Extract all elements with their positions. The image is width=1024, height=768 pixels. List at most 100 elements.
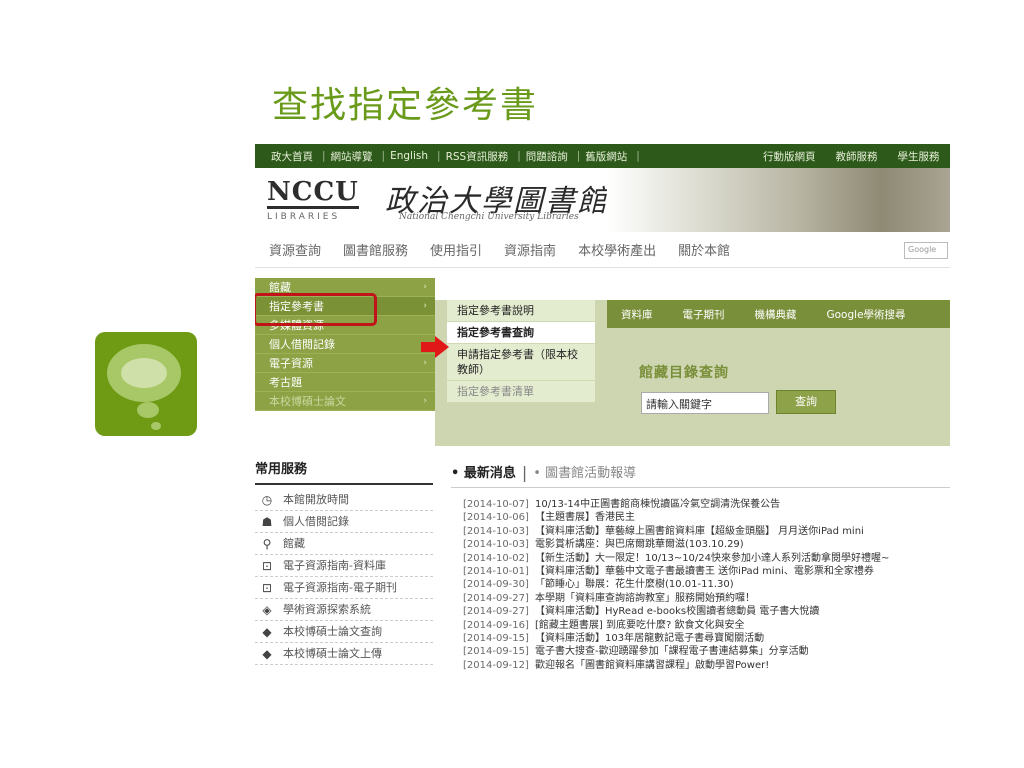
news-item[interactable]: [2014-09-16] [館藏主題書展] 到底要吃什麼? 飲食文化與安全 <box>451 619 950 632</box>
news-title[interactable]: 【資料庫活動】HyRead e-books校園讀者總動員 電子書大悅讀 <box>535 605 819 618</box>
nav-resource-guide[interactable]: 資源指南 <box>504 240 556 259</box>
service-item[interactable]: ⊡ 電子資源指南-電子期刊 <box>255 577 433 599</box>
service-item[interactable]: ◷ 本館開放時間 <box>255 489 433 511</box>
menu-item-borrow-record[interactable]: 個人借閱記錄 <box>255 335 435 354</box>
submenu-reserve-info[interactable]: 指定參考書說明 <box>447 300 595 322</box>
news-item[interactable]: [2014-10-03] 【資料庫活動】華藝線上圖書館資料庫【超級金頭腦】 月月送… <box>451 525 950 538</box>
news-title[interactable]: 【資料庫活動】103年居龍數記電子書尋寶闖關活動 <box>535 632 764 645</box>
news-title[interactable]: 【資料庫活動】華藝中文電子書最讀書王 送你iPad mini、電影票和全家禮券 <box>535 565 874 578</box>
news-item[interactable]: [2014-10-02] 【新生活動】大一限定！10/13~10/24快來參加小達… <box>451 552 950 565</box>
menu-item-e-resources[interactable]: 電子資源 › <box>255 354 435 373</box>
news-item[interactable]: [2014-10-01] 【資料庫活動】華藝中文電子書最讀書王 送你iPad mi… <box>451 565 950 578</box>
news-date: [2014-09-30] <box>463 579 529 591</box>
graduation-cap-icon: ◆ <box>262 624 272 639</box>
tab-repository[interactable]: 機構典藏 <box>755 307 797 322</box>
topbar-link-home[interactable]: 政大首頁 <box>271 149 313 164</box>
nav-user-guide[interactable]: 使用指引 <box>430 240 482 259</box>
news-list: [2014-10-07] 10/13-14中正圖書館商棟悅讀區冷氣空調清洗保養公告… <box>451 498 950 672</box>
news-title[interactable]: 【新生活動】大一限定！10/13~10/24快來參加小達人系列活動拿閱學好禮喔~ <box>535 552 889 565</box>
news-date: [2014-10-03] <box>463 539 529 551</box>
news-title[interactable]: 10/13-14中正圖書館商棟悅讀區冷氣空調清洗保養公告 <box>535 498 780 511</box>
tab-latest-news[interactable]: • 最新消息 <box>451 466 516 481</box>
main-navigation: 資源查詢 圖書館服務 使用指引 資源指南 本校學術產出 關於本館 Google <box>255 232 950 268</box>
topbar-link-sitemap[interactable]: 網站導覽 <box>331 149 373 164</box>
google-search-box[interactable]: Google <box>904 242 948 259</box>
topbar-link-mobile[interactable]: 行動版網頁 <box>763 149 816 164</box>
news-item[interactable]: [2014-10-06] 【主題書展】香港民主 <box>451 511 950 524</box>
nccu-logo[interactable]: NCCU LIBRARIES <box>267 178 377 222</box>
news-date: [2014-10-02] <box>463 552 529 564</box>
news-section: • 最新消息 | • 圖書館活動報導 [2014-10-07] 10/13-14中正圖… <box>451 462 950 672</box>
news-date: [2014-10-06] <box>463 512 529 524</box>
search-button[interactable]: 查詢 <box>776 390 836 414</box>
news-title[interactable]: 歡迎報名「圖書館資料庫講習課程」啟動學習Power! <box>535 659 769 672</box>
news-date: [2014-09-12] <box>463 659 529 671</box>
nav-academic-output[interactable]: 本校學術產出 <box>578 240 656 259</box>
news-item[interactable]: [2014-09-15] 【資料庫活動】103年居龍數記電子書尋寶闖關活動 <box>451 632 950 645</box>
news-item[interactable]: [2014-09-27] 本學期「資料庫查詢諮詢教室」服務開始預約囉！ <box>451 592 950 605</box>
topbar-link-rss[interactable]: RSS資訊服務 <box>446 149 509 164</box>
topbar-link-faculty[interactable]: 教師服務 <box>836 149 878 164</box>
tab-google-scholar[interactable]: Google學術搜尋 <box>827 307 906 322</box>
banner-photo <box>607 168 950 232</box>
news-item[interactable]: [2014-09-27] 【資料庫活動】HyRead e-books校園讀者總動員… <box>451 605 950 618</box>
submenu-reserve-list[interactable]: 指定參考書清單 <box>447 381 595 403</box>
news-item[interactable]: [2014-09-12] 歡迎報名「圖書館資料庫講習課程」啟動學習Power! <box>451 659 950 672</box>
service-item[interactable]: ◆ 本校博碩士論文查詢 <box>255 621 433 643</box>
keyword-input[interactable]: 請輸入關鍵字 <box>641 392 769 414</box>
chevron-right-icon: › <box>423 396 427 406</box>
service-item[interactable]: ⚲ 館藏 <box>255 533 433 555</box>
news-title[interactable]: 電影賞析講座：與巴席爾跳華爾滋(103.10.29) <box>535 538 744 551</box>
nav-about[interactable]: 關於本館 <box>678 240 730 259</box>
magnifier-doc-icon: ⊡ <box>261 558 273 573</box>
library-name-english: National Chengchi University Libraries <box>399 212 579 222</box>
topbar-link-student[interactable]: 學生服務 <box>898 149 940 164</box>
news-date: [2014-09-15] <box>463 646 529 658</box>
site-banner: NCCU LIBRARIES 政治大學圖書館 National Chengchi… <box>255 168 950 232</box>
graduation-cap-icon: ◆ <box>262 646 272 661</box>
magnifier-doc-icon: ⊡ <box>261 580 273 595</box>
chevron-right-icon: › <box>423 301 427 311</box>
service-item[interactable]: ◈ 學術資源探索系統 <box>255 599 433 621</box>
service-item[interactable]: ◆ 本校博碩士論文上傳 <box>255 643 433 665</box>
submenu-reserve-apply[interactable]: 申請指定參考書（限本校教師） <box>447 344 595 381</box>
news-item[interactable]: [2014-09-15] 電子書大搜查-歡迎踴躍參加「課程電子書連結募集」分享活動 <box>451 645 950 658</box>
news-title[interactable]: 電子書大搜查-歡迎踴躍參加「課程電子書連結募集」分享活動 <box>535 645 809 658</box>
service-item[interactable]: ☗ 個人借閱記錄 <box>255 511 433 533</box>
chevron-right-icon: › <box>423 282 427 292</box>
news-item[interactable]: [2014-10-03] 電影賞析講座：與巴席爾跳華爾滋(103.10.29) <box>451 538 950 551</box>
news-date: [2014-09-15] <box>463 633 529 645</box>
news-title[interactable]: 「節睡心」聯展：花生什麼樹(10.01-11.30) <box>535 578 734 591</box>
nav-resource-search[interactable]: 資源查詢 <box>269 240 321 259</box>
news-title[interactable]: 【主題書展】香港民主 <box>535 511 635 524</box>
nav-library-services[interactable]: 圖書館服務 <box>343 240 408 259</box>
library-website-screenshot: 政大首頁 | 網站導覽 | English | RSS資訊服務 | 問題諮詢 | 舊版網站… <box>255 144 950 704</box>
tab-database[interactable]: 資料庫 <box>621 307 653 322</box>
menu-item-theses[interactable]: 本校博碩士論文 › <box>255 392 435 411</box>
submenu-reserve-search[interactable]: 指定參考書查詢 <box>447 322 595 344</box>
news-title[interactable]: 本學期「資料庫查詢諮詢教室」服務開始預約囉！ <box>535 592 755 605</box>
menu-item-past-exams[interactable]: 考古題 <box>255 373 435 392</box>
catalog-search-title: 館藏目錄查詢 <box>639 365 729 381</box>
news-item[interactable]: [2014-09-30] 「節睡心」聯展：花生什麼樹(10.01-11.30) <box>451 578 950 591</box>
news-date: [2014-10-01] <box>463 566 529 578</box>
common-services: 常用服務 ◷ 本館開放時間 ☗ 個人借閱記錄 ⚲ 館藏 ⊡ 電子資源指南-資料庫 ⊡ 電子… <box>255 458 433 665</box>
topbar-link-english[interactable]: English <box>390 150 428 162</box>
tab-ejournals[interactable]: 電子期刊 <box>683 307 725 322</box>
news-date: [2014-10-07] <box>463 499 529 510</box>
services-title: 常用服務 <box>255 458 433 485</box>
news-item[interactable]: [2014-10-07] 10/13-14中正圖書館商棟悅讀區冷氣空調清洗保養公告 <box>451 498 950 511</box>
top-utility-bar: 政大首頁 | 網站導覽 | English | RSS資訊服務 | 問題諮詢 | 舊版網站… <box>255 144 950 168</box>
news-date: [2014-09-27] <box>463 606 529 618</box>
dropdown-left-menu: 館藏 › 指定參考書 › 多媒體資源 個人借閱記錄 電子資源 › 考古題 本校博碩士論… <box>255 278 435 411</box>
tab-activity-report[interactable]: • 圖書館活動報導 <box>533 466 636 481</box>
news-tabs: • 最新消息 | • 圖書館活動報導 <box>451 462 950 488</box>
person-icon: ☗ <box>261 514 273 529</box>
topbar-link-old-site[interactable]: 舊版網站 <box>585 149 627 164</box>
news-title[interactable]: [館藏主題書展] 到底要吃什麼? 飲食文化與安全 <box>535 619 744 632</box>
news-title[interactable]: 【資料庫活動】華藝線上圖書館資料庫【超級金頭腦】 月月送你iPad mini <box>535 525 864 538</box>
service-item[interactable]: ⊡ 電子資源指南-資料庫 <box>255 555 433 577</box>
topbar-link-faq[interactable]: 問題諮詢 <box>526 149 568 164</box>
search-tabs: 資料庫 電子期刊 機構典藏 Google學術搜尋 <box>607 300 950 328</box>
speech-bubble-decoration <box>95 332 197 436</box>
